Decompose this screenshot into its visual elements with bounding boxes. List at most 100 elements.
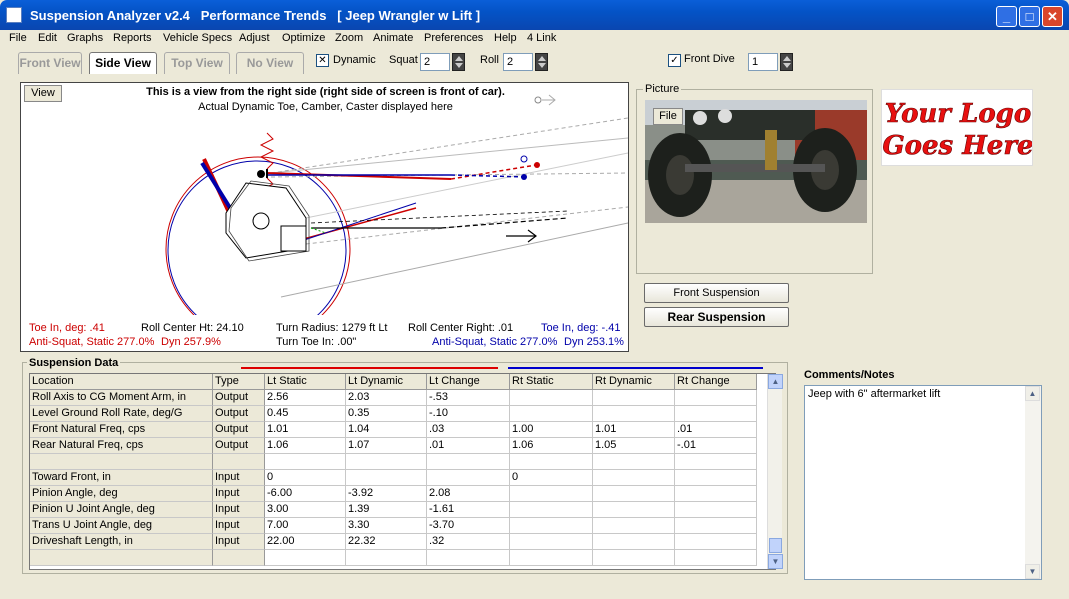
table-cell[interactable] <box>346 470 427 486</box>
table-cell[interactable]: -3.92 <box>346 486 427 502</box>
table-cell[interactable] <box>675 454 757 470</box>
menu-graphs[interactable]: Graphs <box>67 32 103 44</box>
squat-spinner[interactable] <box>452 53 465 71</box>
table-cell[interactable] <box>675 550 757 566</box>
table-cell[interactable]: Output <box>213 390 265 406</box>
maximize-button[interactable]: □ <box>1019 6 1040 27</box>
table-cell[interactable]: 1.06 <box>265 438 346 454</box>
table-cell[interactable]: Input <box>213 518 265 534</box>
table-cell[interactable] <box>265 454 346 470</box>
picture-file-button[interactable]: File <box>653 108 683 125</box>
menu-file[interactable]: File <box>9 32 27 44</box>
table-cell[interactable]: 0.45 <box>265 406 346 422</box>
table-cell[interactable]: 0 <box>510 470 593 486</box>
table-cell[interactable] <box>675 390 757 406</box>
table-cell[interactable]: Input <box>213 470 265 486</box>
menu-zoom[interactable]: Zoom <box>335 32 363 44</box>
table-cell[interactable]: Output <box>213 406 265 422</box>
table-cell[interactable] <box>593 550 675 566</box>
table-cell[interactable]: 1.07 <box>346 438 427 454</box>
table-cell[interactable]: Roll Axis to CG Moment Arm, in <box>30 390 213 406</box>
table-cell[interactable] <box>213 454 265 470</box>
comments-scrollbar[interactable]: ▲ ▼ <box>1025 386 1041 579</box>
table-cell[interactable]: 1.04 <box>346 422 427 438</box>
table-cell[interactable]: 0.35 <box>346 406 427 422</box>
table-cell[interactable] <box>427 470 510 486</box>
menu-reports[interactable]: Reports <box>113 32 152 44</box>
table-cell[interactable]: Toward Front, in <box>30 470 213 486</box>
table-cell[interactable]: 1.01 <box>593 422 675 438</box>
menu-help[interactable]: Help <box>494 32 517 44</box>
menu-preferences[interactable]: Preferences <box>424 32 483 44</box>
table-cell[interactable]: .32 <box>427 534 510 550</box>
table-cell[interactable] <box>593 502 675 518</box>
table-cell[interactable] <box>346 550 427 566</box>
table-cell[interactable]: 1.05 <box>593 438 675 454</box>
front-suspension-button[interactable]: Front Suspension <box>644 283 789 303</box>
table-cell[interactable] <box>427 454 510 470</box>
menu-vehicle-specs[interactable]: Vehicle Specs <box>163 32 232 44</box>
rear-suspension-button[interactable]: Rear Suspension <box>644 307 789 327</box>
table-cell[interactable]: 1.01 <box>265 422 346 438</box>
table-cell[interactable] <box>675 470 757 486</box>
table-cell[interactable] <box>593 534 675 550</box>
menu-animate[interactable]: Animate <box>373 32 413 44</box>
tab-top-view[interactable]: Top View <box>164 52 230 74</box>
table-cell[interactable]: 22.00 <box>265 534 346 550</box>
table-cell[interactable] <box>593 406 675 422</box>
table-cell[interactable] <box>593 518 675 534</box>
table-cell[interactable]: -1.61 <box>427 502 510 518</box>
table-cell[interactable]: -.01 <box>675 438 757 454</box>
table-cell[interactable]: Output <box>213 422 265 438</box>
table-cell[interactable]: 2.03 <box>346 390 427 406</box>
table-cell[interactable]: Pinion U Joint Angle, deg <box>30 502 213 518</box>
table-cell[interactable] <box>510 550 593 566</box>
tab-no-view[interactable]: No View <box>236 52 304 74</box>
scroll-thumb[interactable] <box>769 538 782 553</box>
table-cell[interactable] <box>593 390 675 406</box>
front-dive-checkbox[interactable]: ✓ <box>668 54 681 67</box>
table-cell[interactable] <box>510 454 593 470</box>
minimize-button[interactable]: _ <box>996 6 1017 27</box>
front-dive-spinner[interactable] <box>780 53 793 71</box>
roll-input[interactable]: 2 <box>503 53 533 71</box>
tab-front-view[interactable]: Front View <box>18 52 82 74</box>
table-cell[interactable]: Input <box>213 502 265 518</box>
table-cell[interactable]: 2.08 <box>427 486 510 502</box>
table-cell[interactable] <box>510 534 593 550</box>
table-cell[interactable]: 1.00 <box>510 422 593 438</box>
comments-scroll-up[interactable]: ▲ <box>1025 386 1040 401</box>
table-cell[interactable]: Trans U Joint Angle, deg <box>30 518 213 534</box>
table-cell[interactable]: 3.00 <box>265 502 346 518</box>
table-cell[interactable]: Input <box>213 486 265 502</box>
comments-textarea[interactable]: Jeep with 6" aftermarket lift ▲ ▼ <box>804 385 1042 580</box>
table-cell[interactable]: .01 <box>427 438 510 454</box>
table-cell[interactable] <box>30 454 213 470</box>
scroll-down-button[interactable]: ▼ <box>768 554 783 569</box>
table-cell[interactable]: 3.30 <box>346 518 427 534</box>
scroll-up-button[interactable]: ▲ <box>768 374 783 389</box>
table-cell[interactable]: -.53 <box>427 390 510 406</box>
table-cell[interactable]: 1.39 <box>346 502 427 518</box>
table-cell[interactable]: Pinion Angle, deg <box>30 486 213 502</box>
table-cell[interactable]: 7.00 <box>265 518 346 534</box>
table-cell[interactable] <box>593 486 675 502</box>
table-cell[interactable] <box>675 518 757 534</box>
table-cell[interactable]: .01 <box>675 422 757 438</box>
table-cell[interactable] <box>675 502 757 518</box>
menu-adjust[interactable]: Adjust <box>239 32 270 44</box>
table-cell[interactable] <box>510 406 593 422</box>
table-cell[interactable] <box>593 470 675 486</box>
table-cell[interactable] <box>510 502 593 518</box>
table-cell[interactable] <box>510 518 593 534</box>
table-cell[interactable] <box>265 550 346 566</box>
table-cell[interactable]: -.10 <box>427 406 510 422</box>
table-cell[interactable]: .03 <box>427 422 510 438</box>
table-cell[interactable]: Output <box>213 438 265 454</box>
table-cell[interactable]: Driveshaft Length, in <box>30 534 213 550</box>
table-cell[interactable] <box>675 406 757 422</box>
table-cell[interactable]: -6.00 <box>265 486 346 502</box>
table-cell[interactable] <box>593 454 675 470</box>
table-cell[interactable]: Rear Natural Freq, cps <box>30 438 213 454</box>
suspension-data-grid[interactable]: Location Type Lt Static Lt Dynamic Lt Change… <box>29 373 776 570</box>
